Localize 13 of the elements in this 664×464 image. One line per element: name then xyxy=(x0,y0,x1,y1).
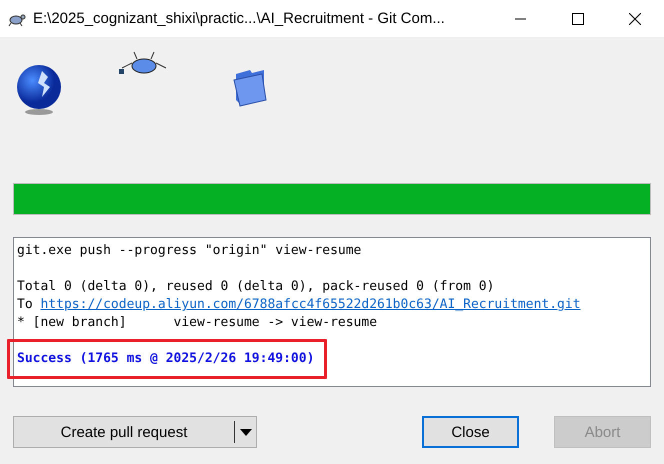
log-text: git.exe push --progress "origin" view-resume xyxy=(17,243,362,258)
maximize-icon[interactable] xyxy=(572,12,584,24)
globe-icon xyxy=(14,63,64,115)
caret-icon[interactable] xyxy=(240,428,252,436)
split-button[interactable]: Create pull request xyxy=(13,416,257,448)
log-text: Total 0 (delta 0), reused 0 (delta 0), pack-reused 0 (from 0) xyxy=(17,279,494,294)
close-icon[interactable] xyxy=(629,12,641,24)
window-title: E:\2025_cognizant_shixi\practic...\AI_Recruitment - Git Com... xyxy=(33,10,445,27)
dialog-button[interactable]: Close xyxy=(422,416,519,448)
log-text: To xyxy=(17,297,33,312)
log-text: * [new branch] view-resume -> view-resume xyxy=(17,315,378,330)
success-message: Success (1765 ms @ 2025/2/26 19:49:00) xyxy=(17,351,314,366)
repository-link[interactable]: https://codeup.aliyun.com/6788afcc4f65522d261b0c63/AI_Recruitment.git xyxy=(40,297,581,312)
